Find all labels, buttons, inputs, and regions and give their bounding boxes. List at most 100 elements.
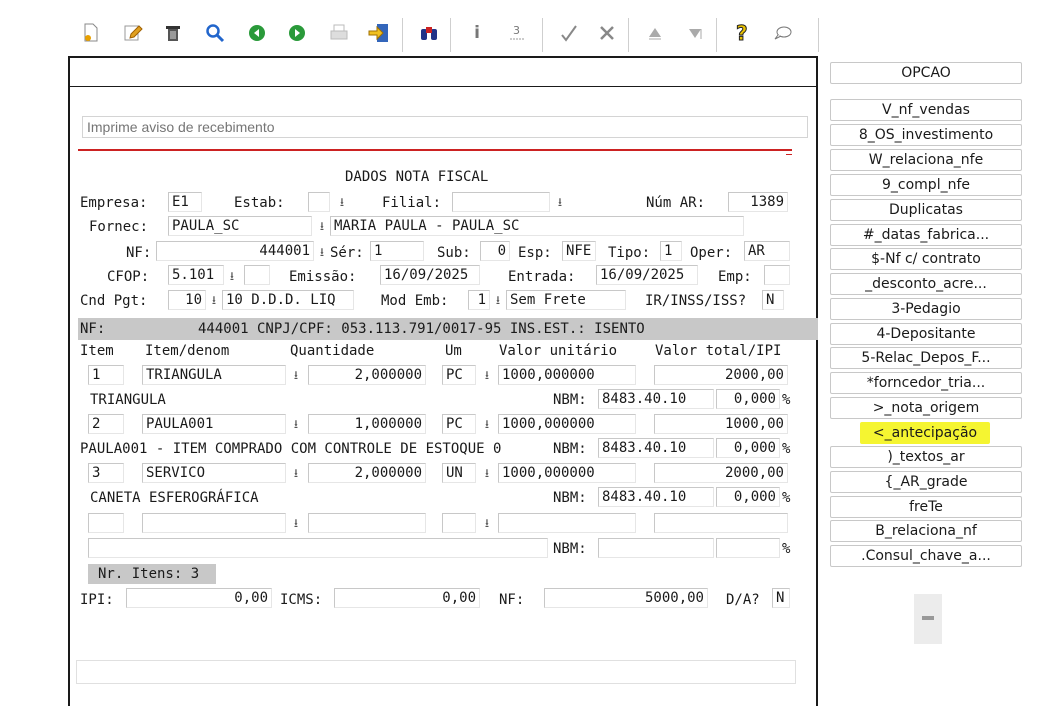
option-relac-depos[interactable]: 5-Relac_Depos_F... (830, 347, 1022, 369)
item-ipi-field[interactable]: 0,000 (716, 438, 780, 458)
fornec-dropdown-icon[interactable]: ⭳ (316, 219, 328, 233)
option-depositante[interactable]: 4-Depositante (830, 323, 1022, 345)
option-v-nf-vendas[interactable]: V_nf_vendas (830, 99, 1022, 121)
item-um-field[interactable]: UN (442, 463, 476, 483)
option-datas-fabrica[interactable]: #_datas_fabrica... (830, 224, 1022, 246)
option-duplicatas[interactable]: Duplicatas (830, 199, 1022, 221)
item-um-field[interactable]: PC (442, 365, 476, 385)
item-number-field[interactable]: 3 (88, 463, 124, 483)
option-nota-origem[interactable]: >_nota_origem (830, 397, 1022, 419)
item-unit-value-field[interactable]: 1000,000000 (498, 414, 636, 434)
info-icon[interactable]: i (466, 22, 488, 44)
item-code-dropdown-icon[interactable]: ⭳ (290, 417, 302, 431)
search-icon[interactable] (204, 22, 226, 44)
entrada-field[interactable]: 16/09/2025 (596, 265, 698, 285)
green-forward-icon[interactable] (286, 22, 308, 44)
item-code-field[interactable]: PAULA001 (142, 414, 286, 434)
speech-bubble-icon[interactable] (772, 22, 794, 44)
item-um-field[interactable]: PC (442, 414, 476, 434)
option-nf-contrato[interactable]: $-Nf c/ contrato (830, 248, 1022, 270)
option-consul-chave[interactable]: .Consul_chave_a... (830, 545, 1022, 567)
ir-inss-iss-field[interactable]: N (762, 290, 784, 310)
item-total-field[interactable]: 1000,00 (654, 414, 788, 434)
estab-field[interactable] (308, 192, 330, 212)
nf-dropdown-icon[interactable]: ⭳ (316, 245, 328, 259)
esp-field[interactable]: NFE (562, 241, 596, 261)
up-triangle-icon[interactable] (644, 22, 666, 44)
option-compl-nfe[interactable]: 9_compl_nfe (830, 174, 1022, 196)
option-frete[interactable]: freTe (830, 496, 1022, 518)
cnd-pgt-dropdown-icon[interactable]: ⭳ (208, 293, 220, 307)
item-code-dropdown-icon[interactable]: ⭳ (290, 466, 302, 480)
nf-field[interactable]: 444001 (156, 241, 314, 261)
mod-emb-dropdown-icon[interactable]: ⭳ (492, 293, 504, 307)
scroll-indicator[interactable] (914, 594, 942, 644)
cnd-pgt-desc-field[interactable]: 10 D.D.D. LIQ (222, 290, 354, 310)
nf-total-field[interactable]: 5000,00 (544, 588, 708, 608)
edit-pencil-icon[interactable] (122, 22, 144, 44)
option-pedagio[interactable]: 3-Pedagio (830, 298, 1022, 320)
binoculars-icon[interactable] (418, 22, 440, 44)
mod-emb-desc-field[interactable]: Sem Frete (506, 290, 626, 310)
option-antecipacao[interactable]: <_antecipação (860, 422, 990, 444)
new-document-icon[interactable] (80, 22, 102, 44)
fornec-field[interactable]: PAULA_SC (168, 216, 312, 236)
emp-field[interactable] (764, 265, 790, 285)
tools-icon[interactable] (596, 22, 618, 44)
title-input[interactable] (82, 116, 808, 138)
item-nbm-field[interactable]: 8483.40.10 (598, 389, 714, 409)
cfop-extra-field[interactable] (244, 265, 270, 285)
item-unit-value-field[interactable]: 1000,000000 (498, 463, 636, 483)
num-ar-field[interactable]: 1389 (728, 192, 788, 212)
fornec-name-field[interactable]: MARIA PAULA - PAULA_SC (330, 216, 744, 236)
item-code-field[interactable] (142, 513, 286, 533)
sub-field[interactable]: 0 (480, 241, 510, 261)
item-number-field[interactable] (88, 513, 124, 533)
item-unit-value-field[interactable] (498, 513, 636, 533)
item-code-dropdown-icon[interactable]: ⭳ (290, 368, 302, 382)
mod-emb-code-field[interactable]: 1 (468, 290, 490, 310)
down-triangle-icon[interactable] (684, 22, 706, 44)
export-arrow-icon[interactable] (368, 22, 390, 44)
option-os-investimento[interactable]: 8_OS_investimento (830, 124, 1022, 146)
item-um-dropdown-icon[interactable]: ⭳ (481, 466, 493, 480)
trash-icon[interactable] (162, 22, 184, 44)
item-code-field[interactable]: TRIANGULA (142, 365, 286, 385)
item-quantity-field[interactable]: 2,000000 (308, 463, 426, 483)
item-total-field[interactable]: 2000,00 (654, 365, 788, 385)
cfop-field[interactable]: 5.101 (168, 265, 224, 285)
item-um-dropdown-icon[interactable]: ⭳ (481, 516, 493, 530)
item-ipi-field[interactable]: 0,000 (716, 389, 780, 409)
item-total-field[interactable] (654, 513, 788, 533)
help-icon[interactable]: ? (732, 22, 754, 44)
item-quantity-field[interactable]: 1,000000 (308, 414, 426, 434)
option-ar-grade[interactable]: {_AR_grade (830, 471, 1022, 493)
icms-total-field[interactable]: 0,00 (334, 588, 480, 608)
tipo-field[interactable]: 1 (660, 241, 682, 261)
ser-field[interactable]: 1 (370, 241, 424, 261)
ipi-total-field[interactable]: 0,00 (126, 588, 272, 608)
da-field[interactable]: N (772, 588, 790, 608)
item-total-field[interactable]: 2000,00 (654, 463, 788, 483)
item-nbm-field[interactable] (598, 538, 714, 558)
item-description-field[interactable] (88, 538, 548, 558)
option-relaciona-nfe[interactable]: W_relaciona_nfe (830, 149, 1022, 171)
calculator-icon[interactable]: 3 (506, 22, 528, 44)
item-ipi-field[interactable] (716, 538, 780, 558)
item-um-dropdown-icon[interactable]: ⭳ (481, 368, 493, 382)
print-icon[interactable] (328, 22, 350, 44)
item-quantity-field[interactable] (308, 513, 426, 533)
item-number-field[interactable]: 1 (88, 365, 124, 385)
cfop-dropdown-icon[interactable]: ⭳ (226, 269, 238, 283)
cnd-pgt-code-field[interactable]: 10 (168, 290, 206, 310)
item-um-dropdown-icon[interactable]: ⭳ (481, 417, 493, 431)
option-fornecedor-tria[interactable]: *forncedor_tria... (830, 372, 1022, 394)
filial-dropdown-icon[interactable]: ⭳ (554, 195, 566, 209)
item-nbm-field[interactable]: 8483.40.10 (598, 438, 714, 458)
item-unit-value-field[interactable]: 1000,000000 (498, 365, 636, 385)
item-code-field[interactable]: SERVICO (142, 463, 286, 483)
option-textos-ar[interactable]: )_textos_ar (830, 446, 1022, 468)
item-number-field[interactable]: 2 (88, 414, 124, 434)
filial-field[interactable] (452, 192, 550, 212)
green-back-icon[interactable] (246, 22, 268, 44)
